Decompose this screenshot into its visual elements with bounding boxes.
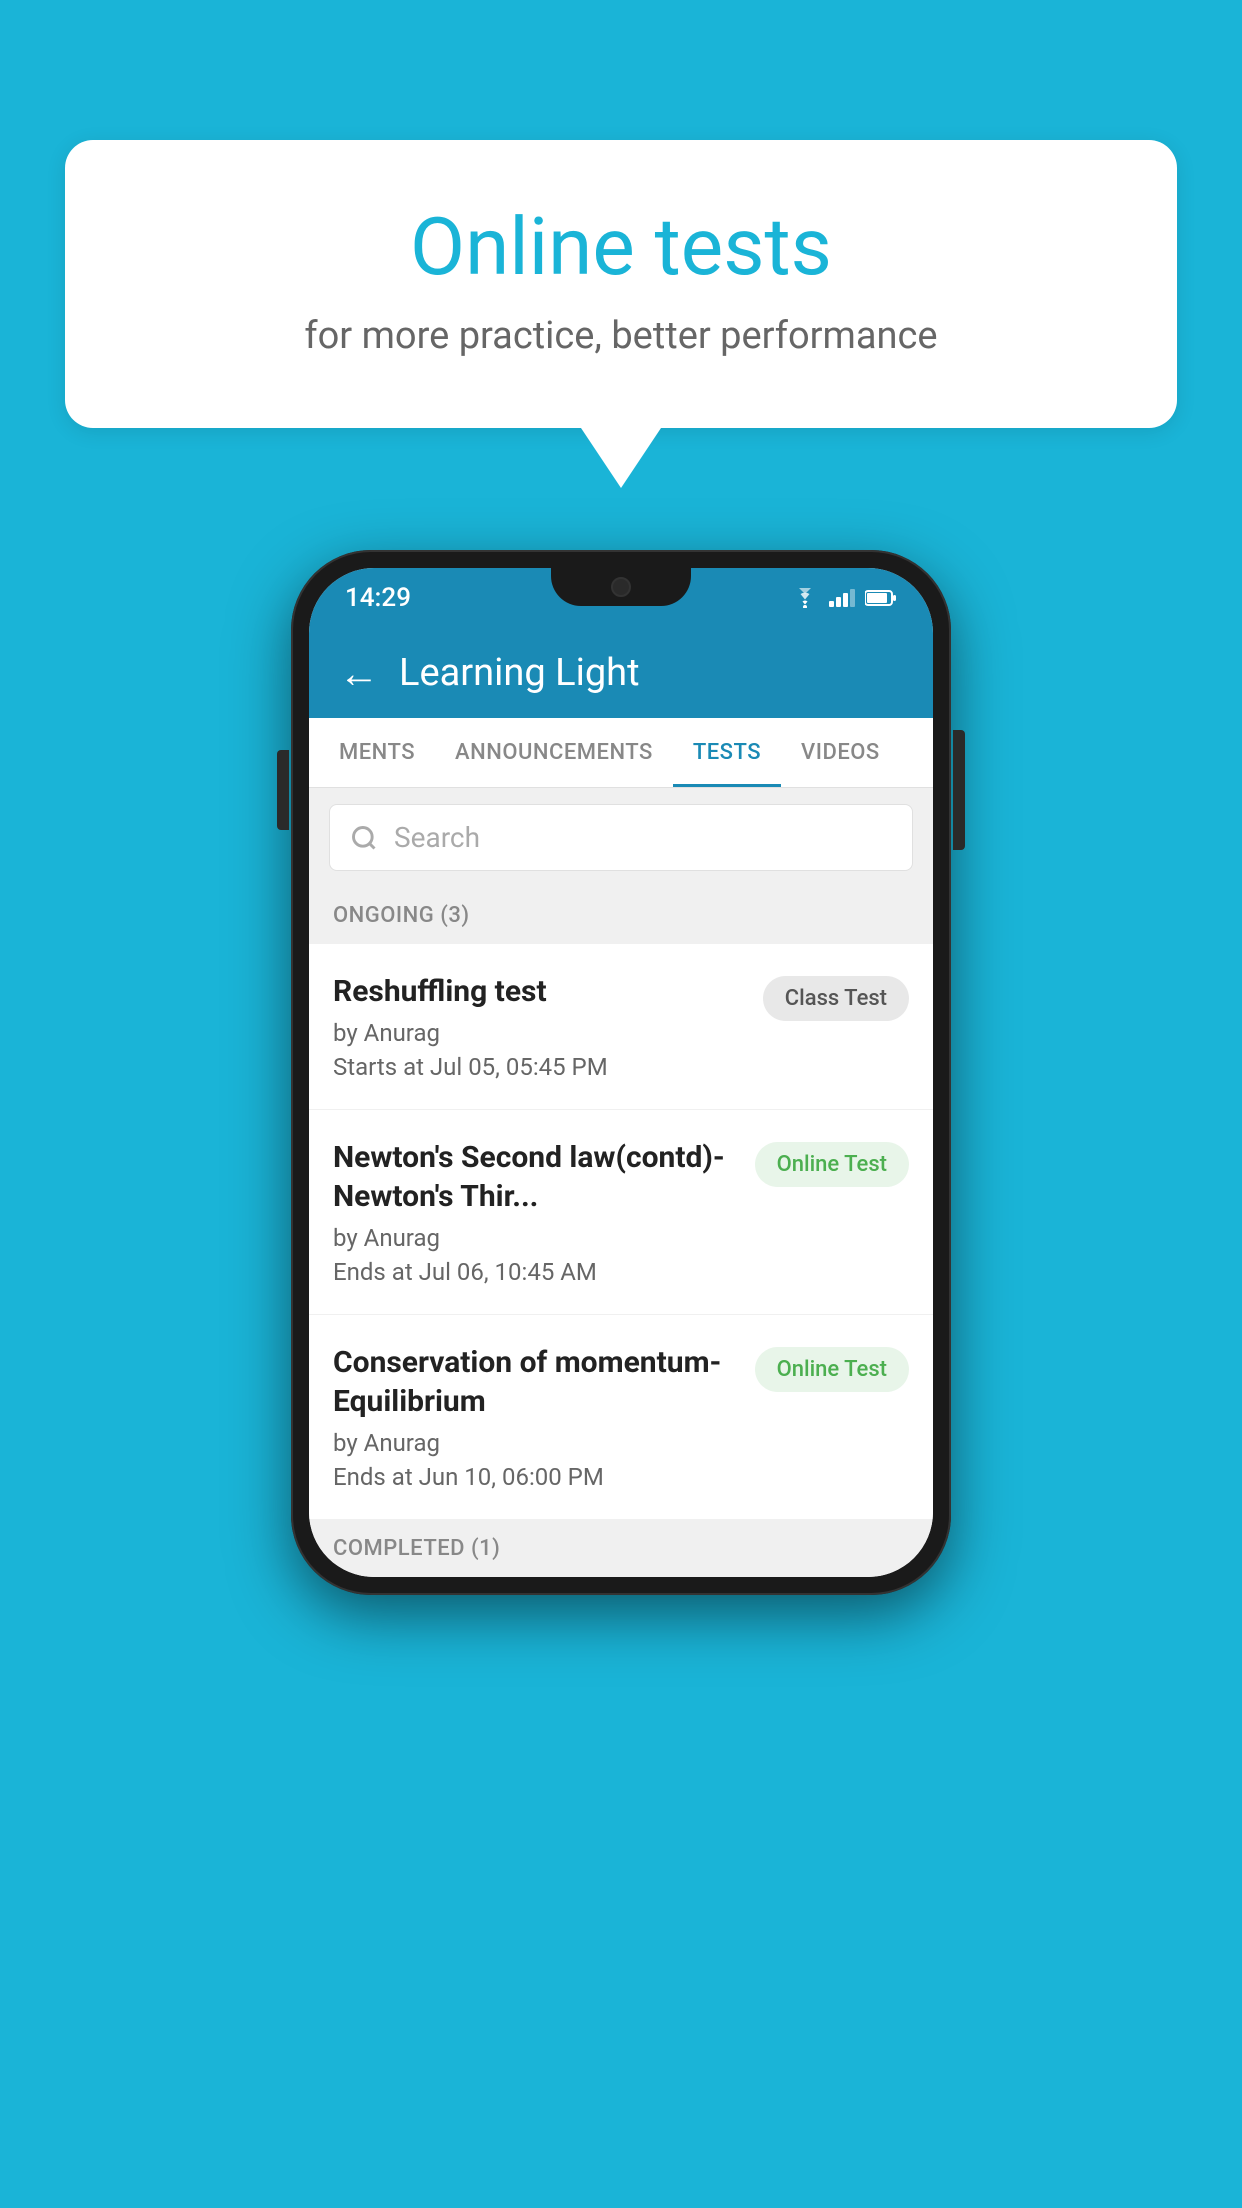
bubble-title: Online tests: [135, 200, 1107, 294]
test-badge: Online Test: [755, 1142, 909, 1187]
test-item-content: Conservation of momentum-Equilibrium by …: [333, 1343, 755, 1491]
test-title: Reshuffling test: [333, 972, 743, 1011]
test-title: Newton's Second law(contd)-Newton's Thir…: [333, 1138, 735, 1216]
test-author: by Anurag: [333, 1224, 735, 1252]
test-badge: Online Test: [755, 1347, 909, 1392]
phone-frame: 14:29: [291, 550, 951, 1595]
tabs-container: MENTS ANNOUNCEMENTS TESTS VIDEOS: [309, 718, 933, 788]
search-icon: [350, 824, 378, 852]
test-author: by Anurag: [333, 1429, 735, 1457]
status-icons: [791, 588, 897, 608]
app-header: ← Learning Light: [309, 628, 933, 718]
search-input[interactable]: Search: [394, 821, 480, 854]
status-time: 14:29: [345, 583, 411, 613]
test-title: Conservation of momentum-Equilibrium: [333, 1343, 735, 1421]
speech-bubble: Online tests for more practice, better p…: [65, 140, 1177, 428]
speech-bubble-container: Online tests for more practice, better p…: [65, 140, 1177, 488]
tab-tests[interactable]: TESTS: [673, 718, 781, 787]
tab-videos[interactable]: VIDEOS: [781, 718, 900, 787]
search-bar[interactable]: Search: [329, 804, 913, 871]
bubble-subtitle: for more practice, better performance: [135, 314, 1107, 358]
battery-icon: [865, 589, 897, 607]
tab-announcements[interactable]: ANNOUNCEMENTS: [435, 718, 673, 787]
phone-container: 14:29: [291, 550, 951, 1595]
phone-notch: [551, 568, 691, 606]
wifi-icon: [791, 588, 819, 608]
tab-ments[interactable]: MENTS: [319, 718, 435, 787]
test-date: Ends at Jun 10, 06:00 PM: [333, 1463, 735, 1491]
bubble-pointer: [581, 428, 661, 488]
test-badge: Class Test: [763, 976, 909, 1021]
test-author: by Anurag: [333, 1019, 743, 1047]
back-button[interactable]: ←: [339, 650, 379, 697]
test-item[interactable]: Newton's Second law(contd)-Newton's Thir…: [309, 1110, 933, 1315]
signal-icon: [829, 589, 855, 607]
test-date: Starts at Jul 05, 05:45 PM: [333, 1053, 743, 1081]
status-bar: 14:29: [309, 568, 933, 628]
test-date: Ends at Jul 06, 10:45 AM: [333, 1258, 735, 1286]
test-item-content: Reshuffling test by Anurag Starts at Jul…: [333, 972, 763, 1081]
test-item[interactable]: Conservation of momentum-Equilibrium by …: [309, 1315, 933, 1520]
test-item[interactable]: Reshuffling test by Anurag Starts at Jul…: [309, 944, 933, 1110]
app-title: Learning Light: [399, 651, 640, 695]
test-item-content: Newton's Second law(contd)-Newton's Thir…: [333, 1138, 755, 1286]
phone-screen: 14:29: [309, 568, 933, 1577]
completed-section-header: COMPLETED (1): [309, 1520, 933, 1577]
ongoing-section-header: ONGOING (3): [309, 887, 933, 944]
camera-icon: [611, 577, 631, 597]
search-container: Search: [309, 788, 933, 887]
